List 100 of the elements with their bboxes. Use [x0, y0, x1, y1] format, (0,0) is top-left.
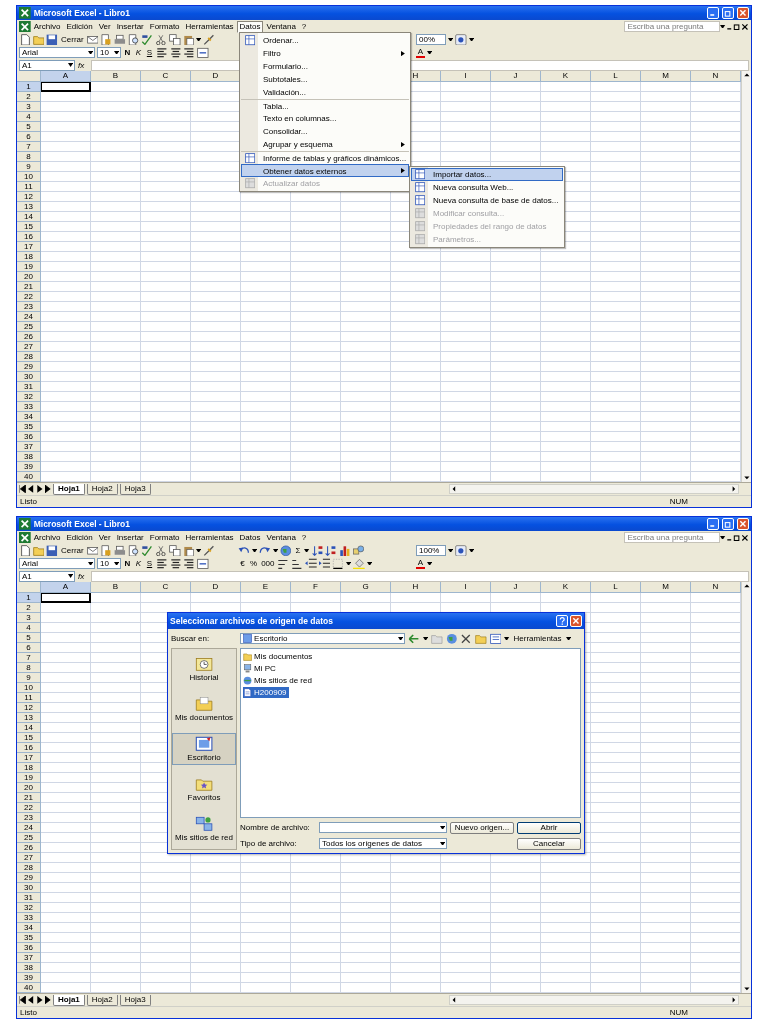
- row-header[interactable]: 17: [17, 242, 41, 252]
- column-header[interactable]: A: [41, 582, 91, 593]
- row-header[interactable]: 15: [17, 733, 41, 743]
- column-header[interactable]: A: [41, 71, 91, 82]
- caret-icon[interactable]: [304, 548, 310, 553]
- caret-icon[interactable]: [113, 561, 119, 566]
- menu-item[interactable]: Importar datos...: [411, 168, 563, 181]
- row-header[interactable]: 3: [17, 102, 41, 112]
- font-size-field[interactable]: 10: [97, 558, 121, 569]
- brush-icon[interactable]: [203, 544, 216, 557]
- column-header[interactable]: M: [641, 582, 691, 593]
- row-header[interactable]: 3: [17, 613, 41, 623]
- row-header[interactable]: 37: [17, 442, 41, 452]
- brush-icon[interactable]: [203, 33, 216, 46]
- file-item[interactable]: Mis sitios de red: [243, 675, 314, 686]
- help-icon[interactable]: [455, 33, 467, 46]
- row-header[interactable]: 10: [17, 683, 41, 693]
- row-header[interactable]: 21: [17, 282, 41, 292]
- column-header[interactable]: C: [141, 582, 191, 593]
- paste-icon[interactable]: [182, 33, 195, 46]
- menu-item[interactable]: Herramientas: [182, 20, 237, 33]
- mail-icon[interactable]: [86, 544, 99, 557]
- menu-item[interactable]: Ventana: [263, 20, 299, 33]
- align-left-icon[interactable]: [156, 46, 168, 59]
- spell-check-icon[interactable]: [141, 33, 154, 46]
- caret-icon[interactable]: [720, 24, 726, 29]
- name-box[interactable]: A1: [19, 570, 75, 582]
- vertical-scrollbar[interactable]: [741, 71, 751, 482]
- delete-icon[interactable]: [460, 632, 472, 645]
- caret-icon[interactable]: [427, 50, 433, 55]
- menu-item[interactable]: Insertar: [113, 531, 147, 544]
- column-header[interactable]: H: [391, 582, 441, 593]
- scroll-right-icon[interactable]: [730, 996, 738, 1004]
- caret-icon[interactable]: [366, 561, 372, 566]
- row-header[interactable]: 2: [17, 92, 41, 102]
- merge-center-icon[interactable]: [197, 557, 209, 570]
- sheet-tab[interactable]: Hoja2: [86, 483, 118, 495]
- places-item[interactable]: Historial: [172, 653, 236, 685]
- mail-icon[interactable]: [86, 33, 99, 46]
- scroll-down-icon[interactable]: [742, 985, 751, 993]
- copy-icon[interactable]: [168, 33, 181, 46]
- font-color-button[interactable]: A: [416, 558, 425, 569]
- row-header[interactable]: 5: [17, 122, 41, 132]
- open-button[interactable]: Abrir: [517, 821, 581, 834]
- align-center-icon[interactable]: [169, 557, 182, 570]
- menu-item[interactable]: Ver: [95, 20, 114, 33]
- column-header[interactable]: J: [491, 582, 541, 593]
- next-sheet-icon[interactable]: [36, 996, 43, 1004]
- menu-item[interactable]: Obtener datos externos: [241, 164, 409, 177]
- increase-indent-icon[interactable]: [318, 557, 331, 570]
- row-header[interactable]: 6: [17, 132, 41, 142]
- zoom-field[interactable]: 00%: [416, 34, 446, 45]
- menu-item[interactable]: Tabla...: [241, 99, 409, 112]
- column-header[interactable]: N: [691, 582, 741, 593]
- globe-icon[interactable]: [279, 544, 292, 557]
- sort-ascending-icon[interactable]: [311, 544, 324, 557]
- menu-item[interactable]: Ventana: [263, 531, 299, 544]
- last-sheet-icon[interactable]: [44, 996, 51, 1004]
- scroll-down-icon[interactable]: [742, 474, 751, 482]
- underline-button[interactable]: S: [145, 558, 154, 569]
- underline-button[interactable]: S: [145, 47, 154, 58]
- row-header[interactable]: 10: [17, 172, 41, 182]
- row-header[interactable]: 19: [17, 773, 41, 783]
- caret-icon[interactable]: [113, 50, 119, 55]
- column-header[interactable]: D: [191, 71, 241, 82]
- sheet-tab[interactable]: Hoja1: [53, 994, 85, 1006]
- help-search-field[interactable]: Escriba una pregunta: [624, 21, 721, 32]
- align-left-icon[interactable]: [156, 557, 168, 570]
- row-header[interactable]: 11: [17, 693, 41, 703]
- scroll-left-icon[interactable]: [450, 996, 458, 1004]
- merge-center-icon[interactable]: [197, 46, 209, 59]
- row-header[interactable]: 24: [17, 823, 41, 833]
- printer-icon[interactable]: [114, 33, 126, 46]
- previous-sheet-icon[interactable]: [27, 485, 34, 493]
- row-header[interactable]: 17: [17, 753, 41, 763]
- caret-icon[interactable]: [196, 37, 202, 42]
- row-header[interactable]: 14: [17, 723, 41, 733]
- look-in-field[interactable]: Escritorio: [240, 633, 405, 644]
- sheet-tab[interactable]: Hoja1: [53, 483, 85, 495]
- align-center-icon[interactable]: [169, 46, 182, 59]
- row-header[interactable]: 14: [17, 212, 41, 222]
- row-header[interactable]: 9: [17, 162, 41, 172]
- cancel-button[interactable]: Cancelar: [517, 837, 581, 850]
- menu-item[interactable]: Edición: [63, 531, 96, 544]
- caret-icon[interactable]: [448, 37, 454, 42]
- places-item[interactable]: Mis documentos: [172, 693, 236, 725]
- next-sheet-icon[interactable]: [36, 485, 43, 493]
- formula-field[interactable]: [91, 570, 749, 582]
- scissors-icon[interactable]: [155, 544, 167, 557]
- places-item[interactable]: Favoritos: [172, 773, 236, 805]
- row-header[interactable]: 16: [17, 743, 41, 753]
- printer-icon[interactable]: [114, 544, 126, 557]
- row-header[interactable]: 31: [17, 382, 41, 392]
- help-search-field[interactable]: Escriba una pregunta: [624, 532, 721, 543]
- views-icon[interactable]: [489, 632, 502, 645]
- row-header[interactable]: 5: [17, 633, 41, 643]
- help-button[interactable]: [556, 615, 568, 627]
- new-document-icon[interactable]: [19, 544, 31, 557]
- save-icon[interactable]: [46, 33, 59, 46]
- close-button[interactable]: [737, 7, 749, 19]
